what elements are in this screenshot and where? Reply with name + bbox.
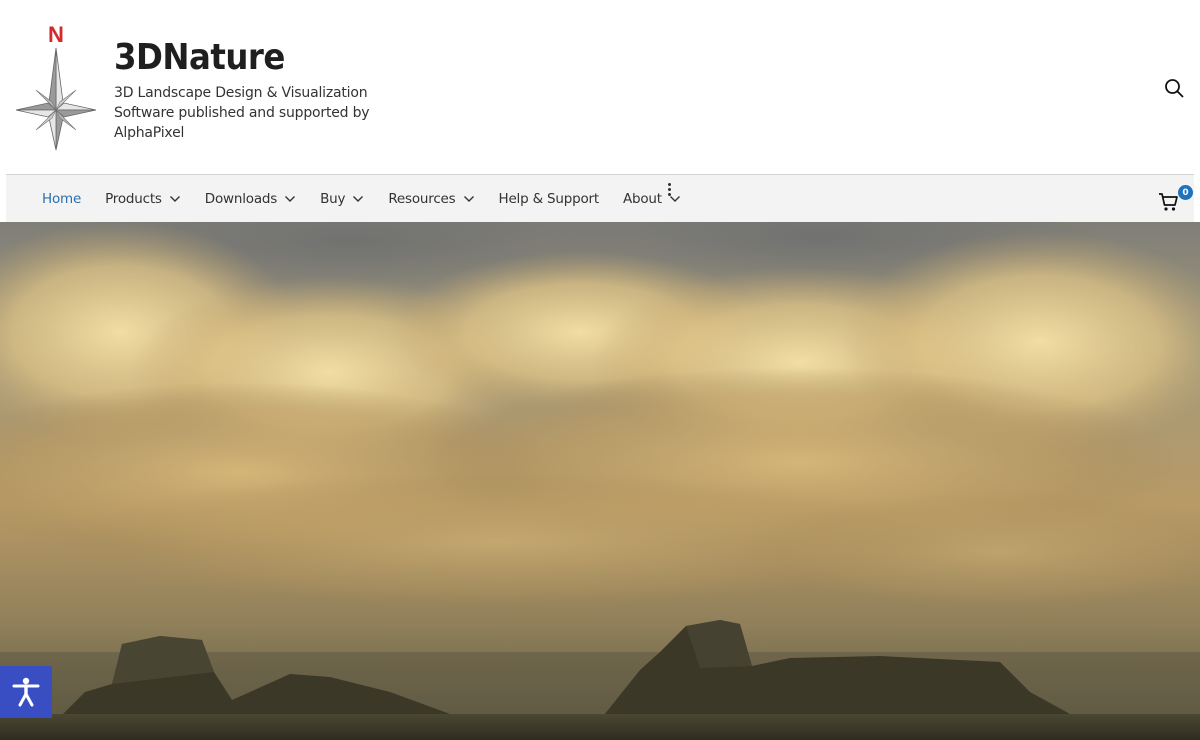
chevron-down-icon: [352, 195, 364, 203]
nav-item-downloads[interactable]: Downloads: [205, 175, 296, 223]
hero-image: [0, 222, 1200, 740]
nav-item-label: Products: [105, 191, 162, 207]
main-navigation: Home Products Downloads Buy Resources He…: [6, 174, 1194, 222]
search-icon[interactable]: [1160, 74, 1188, 102]
accessibility-button[interactable]: [0, 666, 52, 718]
nav-item-help-support[interactable]: Help & Support: [498, 175, 600, 223]
chevron-down-icon: [463, 195, 475, 203]
logo-letter: N: [48, 22, 64, 47]
site-tagline: 3D Landscape Design & Visualization Soft…: [114, 85, 370, 141]
chevron-down-icon: [169, 195, 181, 203]
nav-item-resources[interactable]: Resources: [388, 175, 474, 223]
nav-menu: Home Products Downloads Buy Resources He…: [6, 175, 681, 223]
nav-item-label: Buy: [320, 191, 346, 207]
nav-item-label: Downloads: [204, 191, 278, 207]
nav-item-label: Home: [42, 191, 82, 207]
cart-count-badge: 0: [1178, 185, 1193, 200]
nav-item-buy[interactable]: Buy: [320, 175, 364, 223]
nav-item-label: Resources: [388, 191, 456, 207]
vertical-ellipsis-icon[interactable]: [662, 183, 676, 203]
nav-item-home[interactable]: Home: [42, 175, 81, 223]
site-header: N 3DNature 3D Landscape Design & Visuali…: [0, 0, 1200, 174]
shopping-cart-icon: [1159, 193, 1178, 211]
nav-item-products[interactable]: Products: [105, 175, 181, 223]
chevron-down-icon: [284, 195, 296, 203]
shopping-cart-button[interactable]: 0: [1158, 185, 1198, 215]
compass-star-icon[interactable]: N: [14, 22, 98, 152]
accessibility-person-icon: [12, 677, 40, 707]
nav-item-label: Help & Support: [498, 191, 600, 207]
nav-item-label: About: [622, 191, 662, 207]
site-title[interactable]: 3DNature: [114, 36, 285, 80]
